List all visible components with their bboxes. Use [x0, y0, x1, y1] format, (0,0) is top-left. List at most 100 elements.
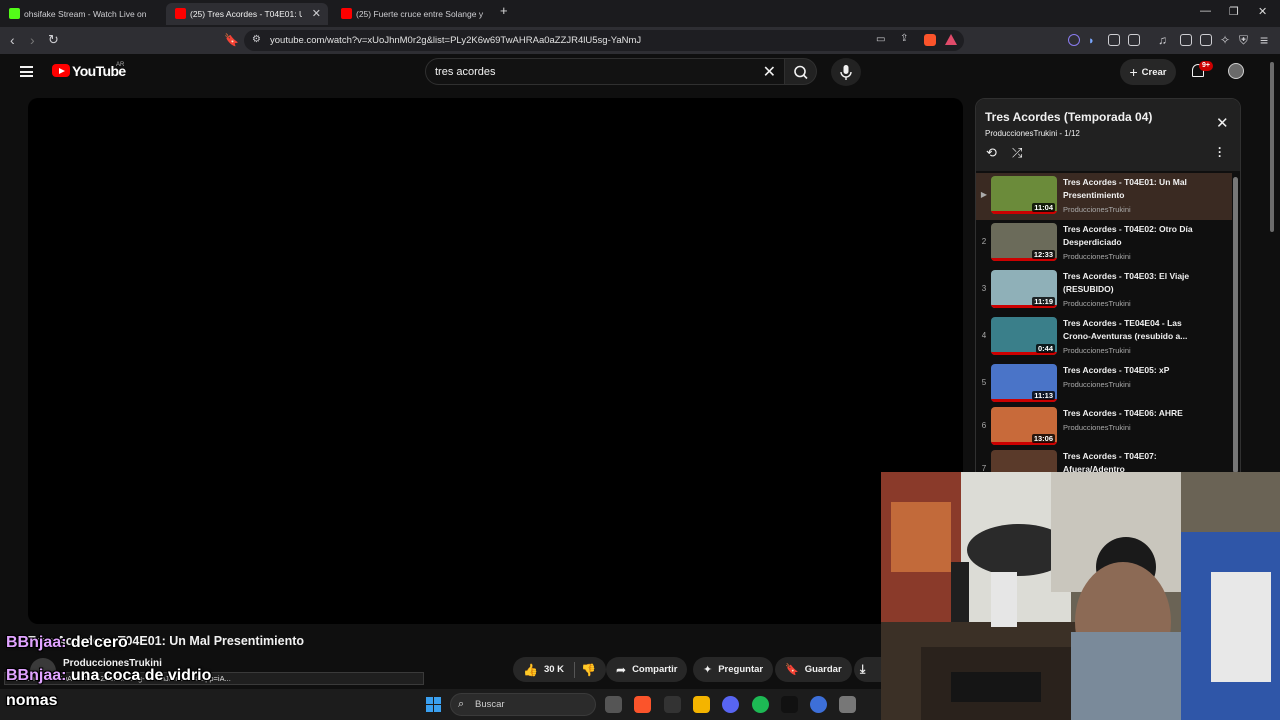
spotify-icon[interactable]	[751, 696, 769, 713]
search-input[interactable]: tres acordes ✕	[425, 58, 785, 85]
sidebar-icon[interactable]	[1180, 34, 1192, 46]
close-window-icon[interactable]: ✕	[1258, 5, 1267, 18]
playlist-header: Tres Acordes (Temporada 04) Producciones…	[976, 99, 1240, 171]
thumbs-down-icon[interactable]: 👎	[581, 663, 596, 677]
brave-browser-icon[interactable]	[634, 696, 652, 713]
playlist-item-channel[interactable]: ProduccionesTrukini	[1063, 423, 1131, 432]
close-playlist-icon[interactable]: ✕	[1216, 114, 1229, 132]
like-button[interactable]: 👍 30 K 👎	[513, 657, 606, 682]
browser-tab[interactable]: ohsifake Stream - Watch Live on	[0, 3, 160, 25]
save-button[interactable]: 🔖 Guardar	[775, 657, 852, 682]
task-view-icon[interactable]	[605, 696, 622, 713]
new-tab-button[interactable]: +	[500, 3, 508, 18]
playlist-item-title[interactable]: Tres Acordes - T04E01: Un Mal Presentimi…	[1063, 176, 1203, 202]
playlist-item-channel[interactable]: ProduccionesTrukini	[1063, 380, 1131, 389]
video-player[interactable]	[28, 98, 963, 624]
playlist-item-thumbnail[interactable]: 11:41	[991, 450, 1057, 473]
create-label: Crear	[1141, 66, 1167, 78]
chat-message: nomas	[6, 692, 58, 710]
browser-tab-active[interactable]: (25) Tres Acordes - T04E01: Un M ✕	[166, 3, 328, 25]
more-options-icon[interactable]: · · ·	[1218, 142, 1222, 162]
account-avatar[interactable]	[1228, 63, 1244, 79]
video-duration: 12:33	[1031, 250, 1055, 259]
ccleaner-icon[interactable]	[810, 696, 828, 713]
site-info-icon[interactable]: ⚙	[252, 34, 261, 45]
epic-games-icon[interactable]	[780, 696, 798, 713]
file-explorer-icon[interactable]	[692, 696, 710, 713]
playlist-item-title[interactable]: Tres Acordes - T04E02: Otro Día Desperdi…	[1063, 223, 1203, 249]
cast-icon[interactable]: ▭	[876, 34, 885, 45]
discord-icon[interactable]	[722, 696, 740, 713]
playlist-scrollbar[interactable]	[1233, 173, 1238, 473]
taskbar-search-input[interactable]: ⌕ Buscar	[450, 693, 596, 716]
reload-icon[interactable]: ↻	[48, 32, 59, 48]
share-label: Compartir	[632, 664, 678, 675]
chat-text: de cero	[70, 634, 128, 651]
playlist-item-thumbnail[interactable]: 13:06	[991, 407, 1057, 445]
shuffle-icon[interactable]: ⤮	[1012, 145, 1022, 161]
create-button[interactable]: + Crear	[1120, 59, 1176, 85]
close-tab-icon[interactable]: ✕	[312, 7, 321, 20]
youtube-logo-icon[interactable]	[52, 64, 70, 77]
back-icon[interactable]: ‹	[10, 32, 15, 48]
minimize-icon[interactable]: —	[1200, 5, 1211, 17]
media-icon[interactable]: ♫	[1158, 32, 1167, 48]
playlist-item[interactable]: 5 11:13 Tres Acordes - T04E05: xP Produccio…	[976, 361, 1232, 408]
address-bar[interactable]: ⚙ youtube.com/watch?v=xUoJhnM0r2g&list=P…	[244, 30, 964, 51]
extension-icon[interactable]	[1068, 34, 1080, 46]
brave-shield-icon[interactable]	[924, 34, 936, 46]
playlist-item[interactable]: 3 11:19 Tres Acordes - T04E03: El Viaje (R…	[976, 267, 1232, 314]
clear-search-icon[interactable]: ✕	[763, 62, 776, 82]
bookmark-icon[interactable]: 🔖	[224, 32, 239, 48]
youtube-favicon-icon	[341, 8, 352, 19]
extensions-puzzle-icon[interactable]	[1108, 34, 1120, 46]
like-count: 30 K	[543, 664, 565, 675]
chat-username: BBnjaa:	[6, 634, 67, 651]
leo-ai-icon[interactable]: ✧	[1220, 32, 1230, 48]
screenshot-icon[interactable]	[1128, 34, 1140, 46]
playlist-item-title[interactable]: Tres Acordes - T04E07: Afuera/Adentro	[1063, 450, 1203, 473]
playlist-item-thumbnail[interactable]: 11:04	[991, 176, 1057, 214]
hamburger-menu-icon[interactable]	[20, 66, 33, 77]
page-scrollbar[interactable]	[1269, 54, 1275, 234]
playlist-item-title[interactable]: Tres Acordes - T04E05: xP	[1063, 364, 1203, 377]
settings-icon[interactable]	[839, 696, 857, 713]
playlist-item[interactable]: ▶ 11:04 Tres Acordes - T04E01: Un Mal Pres…	[976, 173, 1232, 220]
playlist-item[interactable]: 2 12:33 Tres Acordes - T04E02: Otro Día De…	[976, 220, 1232, 267]
search-button[interactable]	[785, 58, 817, 85]
share-button[interactable]: ➦ Compartir	[606, 657, 688, 682]
maximize-icon[interactable]: ❐	[1229, 5, 1239, 18]
playlist-item-channel[interactable]: ProduccionesTrukini	[1063, 252, 1131, 261]
playlist-item-thumbnail[interactable]: 11:13	[991, 364, 1057, 402]
playlist-item[interactable]: 711:41Tres Acordes - T04E07: Afuera/Aden…	[976, 447, 1232, 473]
video-duration: 11:04	[1032, 203, 1055, 212]
playlist-item-title[interactable]: Tres Acordes - T04E03: El Viaje (RESUBID…	[1063, 270, 1203, 296]
playlist-item[interactable]: 4 0:44 Tres Acordes - TE04E04 - Las Crono-…	[976, 314, 1232, 361]
wallet-icon[interactable]	[1200, 34, 1212, 46]
vpn-shield-icon[interactable]: ⛨	[1239, 32, 1248, 48]
playlist-item-channel[interactable]: ProduccionesTrukini	[1063, 346, 1131, 355]
browser-menu-icon[interactable]: ≡	[1260, 32, 1268, 48]
brave-rewards-icon[interactable]	[945, 34, 957, 45]
chrome-icon[interactable]	[663, 696, 681, 713]
share-icon[interactable]: ⇪	[900, 33, 908, 44]
playlist-title[interactable]: Tres Acordes (Temporada 04)	[985, 110, 1152, 124]
download-button[interactable]: ⤓	[854, 657, 881, 682]
playlist-item-channel[interactable]: ProduccionesTrukini	[1063, 299, 1131, 308]
playlist-item-title[interactable]: Tres Acordes - T04E06: AHRE	[1063, 407, 1203, 420]
ask-button[interactable]: ✦ Preguntar	[693, 657, 774, 682]
playlist-item[interactable]: 6 13:06 Tres Acordes - T04E06: AHRE Producc…	[976, 404, 1232, 451]
loop-icon[interactable]: ⟲	[986, 145, 997, 161]
playlist-item-channel[interactable]: ProduccionesTrukini	[1063, 205, 1131, 214]
browser-tab-strip: ohsifake Stream - Watch Live on (25) Tre…	[0, 0, 1280, 27]
playlist-item-thumbnail[interactable]: 0:44	[991, 317, 1057, 355]
voice-search-button[interactable]	[831, 58, 861, 86]
browser-tab[interactable]: (25) Fuerte cruce entre Solange y Ma	[332, 3, 492, 25]
vpn-icon[interactable]: ◗	[1088, 33, 1095, 49]
playlist-item-thumbnail[interactable]: 11:19	[991, 270, 1057, 308]
windows-start-icon[interactable]	[426, 697, 441, 712]
playlist-item-index: 5	[981, 378, 987, 387]
forward-icon[interactable]: ›	[30, 32, 35, 48]
playlist-item-thumbnail[interactable]: 12:33	[991, 223, 1057, 261]
playlist-item-title[interactable]: Tres Acordes - TE04E04 - Las Crono-Avent…	[1063, 317, 1203, 343]
